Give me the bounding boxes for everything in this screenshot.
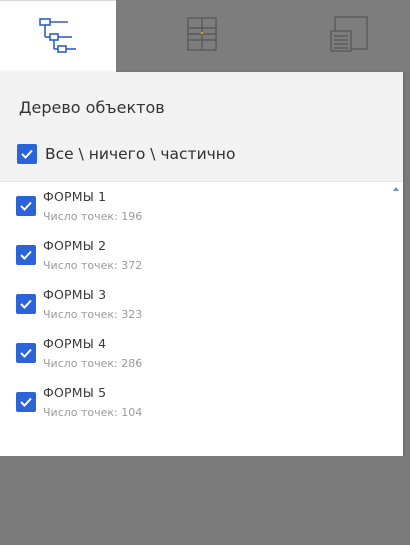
layers-panel-icon [329,15,369,57]
checkmark-icon [20,348,32,358]
master-checkbox[interactable] [17,144,37,164]
list-item[interactable]: ФОРМЫ 4 Число точек: 286 [16,330,376,370]
object-list: ФОРМЫ 1 Число точек: 196 ФОРМЫ 2 Число т… [0,181,403,456]
item-title: ФОРМЫ 1 [43,189,107,204]
item-checkbox[interactable] [16,294,36,314]
checkmark-icon [21,149,33,159]
item-point-count: Число точек: 286 [43,357,143,370]
item-title: ФОРМЫ 4 [43,336,107,351]
object-tree-panel: Дерево объектов Все \ ничего \ частично … [0,72,403,456]
item-checkbox[interactable] [16,343,36,363]
checkmark-icon [20,201,32,211]
item-point-count: Число точек: 104 [43,406,143,419]
item-point-count: Число точек: 196 [43,210,143,223]
checkmark-icon [20,299,32,309]
panel-header: Дерево объектов Все \ ничего \ частично [0,72,403,182]
master-checkbox-row[interactable]: Все \ ничего \ частично [17,144,235,164]
tab-layers[interactable] [287,0,410,72]
tree-icon [38,17,78,57]
item-point-count: Число точек: 372 [43,259,143,272]
list-item[interactable]: ФОРМЫ 1 Число точек: 196 [16,183,376,223]
tab-object-tree[interactable] [0,0,116,72]
item-title: ФОРМЫ 5 [43,385,107,400]
item-checkbox[interactable] [16,245,36,265]
tab-grid[interactable] [116,0,287,72]
master-checkbox-label: Все \ ничего \ частично [45,145,236,163]
list-item[interactable]: ФОРМЫ 2 Число точек: 372 [16,232,376,272]
backdrop-overlay [0,456,410,545]
item-title: ФОРМЫ 3 [43,287,107,302]
list-item[interactable]: ФОРМЫ 5 Число точек: 104 [16,379,376,419]
checkmark-icon [20,397,32,407]
panel-title: Дерево объектов [19,98,165,117]
item-checkbox[interactable] [16,196,36,216]
item-title: ФОРМЫ 2 [43,238,107,253]
list-item[interactable]: ФОРМЫ 3 Число точек: 323 [16,281,376,321]
grid-icon [186,16,218,56]
tab-bar [0,0,410,72]
item-point-count: Число точек: 323 [43,308,143,321]
scroll-up-arrow-icon[interactable] [393,187,399,191]
checkmark-icon [20,250,32,260]
item-checkbox[interactable] [16,392,36,412]
